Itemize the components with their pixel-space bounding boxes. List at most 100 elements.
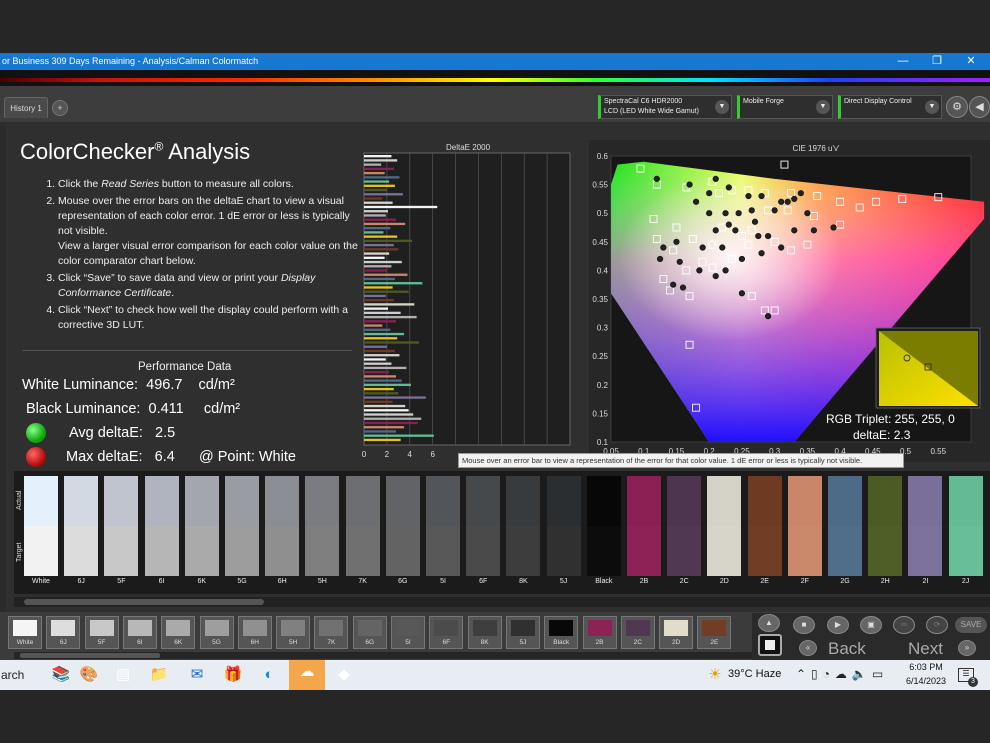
back-arrow-icon[interactable]: ◀ [969, 96, 990, 118]
color-strip-button[interactable]: 6G [352, 616, 387, 649]
color-swatch[interactable] [707, 476, 742, 576]
stop-button[interactable] [758, 634, 782, 656]
loop-icon[interactable]: ∞ [893, 616, 915, 634]
max-deltae: Max deltaE: 6.4 @ Point: White [66, 449, 296, 465]
color-swatch[interactable] [24, 476, 58, 576]
color-strip-button[interactable]: 5J [505, 616, 540, 649]
minimize-button[interactable]: — [886, 53, 920, 70]
add-tab-button[interactable]: + [52, 100, 68, 116]
mail-icon[interactable]: ✉ [184, 663, 210, 687]
color-swatch[interactable] [104, 476, 139, 576]
save-button[interactable]: SAVE [955, 617, 987, 633]
swatch-label: 6I [158, 578, 165, 585]
edge-browser-icon[interactable]: ◐ [256, 663, 282, 687]
color-strip-button[interactable]: 6I [122, 616, 157, 649]
actual-point [673, 238, 680, 245]
target-color [305, 526, 340, 576]
gift-icon[interactable]: 🎁 [220, 663, 246, 687]
color-swatch[interactable] [305, 476, 340, 576]
color-strip-button[interactable]: 2B [582, 616, 617, 649]
horizontal-scrollbar[interactable] [14, 597, 990, 607]
meter-mode: LCD (LED White Wide Gamut) [604, 108, 699, 115]
color-strip-button[interactable]: 5I [391, 616, 425, 649]
color-strip-button[interactable]: 5G [199, 616, 234, 649]
display-control-selector[interactable]: Direct Display Control ▼ [838, 95, 942, 119]
color-swatch[interactable] [627, 476, 661, 576]
play-icon[interactable]: ▶ [827, 616, 849, 634]
color-swatch[interactable] [345, 476, 380, 576]
deltae-chart[interactable]: DeltaE 2000 0 2 4 6 [362, 140, 574, 462]
close-button[interactable]: ✕ [954, 53, 988, 70]
color-strip-button[interactable]: 5F [84, 616, 119, 649]
tab-history-1[interactable]: History 1 [4, 97, 48, 118]
color-swatch[interactable] [144, 476, 179, 576]
target-color [868, 526, 903, 576]
color-strip-button[interactable]: 2D [659, 616, 694, 649]
up-arrow-icon[interactable]: ▲ [758, 614, 780, 632]
color-swatch[interactable] [586, 476, 621, 576]
back-button[interactable]: Back [828, 639, 866, 659]
strip-scroll-thumb[interactable] [20, 653, 160, 658]
calman-icon[interactable]: ☁ [289, 660, 325, 690]
app-icon-folders[interactable]: 📚 [48, 663, 74, 687]
color-swatch[interactable] [385, 476, 420, 576]
next-button[interactable]: Next [908, 639, 943, 659]
color-chip [166, 620, 191, 636]
refresh-icon[interactable]: ⟳ [926, 616, 948, 634]
color-strip-button[interactable]: 6H [237, 616, 272, 649]
deltae-bar [364, 375, 397, 378]
color-swatch[interactable] [787, 476, 822, 576]
color-swatch[interactable] [667, 476, 702, 576]
actual-point [755, 232, 762, 240]
color-strip-button[interactable]: 2E [697, 616, 732, 649]
color-strip-button[interactable]: 8K [467, 616, 502, 649]
meter-selector[interactable]: SpectraCal C6 HDR2000 LCD (LED White Wid… [598, 95, 732, 119]
color-strip-button[interactable]: 7K [314, 616, 349, 649]
color-swatch[interactable] [184, 476, 219, 576]
save-disk-icon[interactable]: ▣ [860, 616, 882, 634]
color-strip-button[interactable]: Black [544, 616, 579, 649]
color-swatch[interactable] [747, 476, 782, 576]
clock-date[interactable]: 6/14/2023 [902, 676, 950, 686]
color-swatch[interactable] [908, 476, 943, 576]
color-strip-button[interactable]: 6K [161, 616, 196, 649]
deltae-bar [364, 387, 394, 391]
color-swatch[interactable] [506, 476, 541, 576]
weather-text[interactable]: 39°C Haze [728, 668, 781, 680]
restore-button[interactable]: ❐ [920, 53, 954, 70]
target-color [144, 526, 179, 576]
target-color [506, 526, 541, 576]
color-swatch[interactable] [546, 476, 581, 576]
actual-color [225, 476, 259, 526]
actual-point [676, 258, 683, 265]
colormatch-icon[interactable]: ◆ [331, 663, 357, 687]
color-swatch[interactable] [225, 476, 259, 576]
color-swatch[interactable] [64, 476, 99, 576]
color-strip-button[interactable]: 6F [429, 616, 464, 649]
actual-point [758, 250, 765, 257]
color-strip-button[interactable]: 6J [46, 616, 81, 649]
color-swatch[interactable] [948, 476, 983, 576]
target-color [426, 526, 460, 576]
color-strip-button[interactable]: 2C [620, 616, 655, 649]
gear-icon[interactable]: ⚙ [946, 96, 968, 118]
color-strip-button[interactable]: 5H [276, 616, 311, 649]
scrollbar-thumb[interactable] [24, 599, 264, 605]
color-swatch[interactable] [466, 476, 501, 576]
deltae-bar [364, 171, 385, 175]
strip-scrollbar[interactable] [14, 652, 752, 659]
file-explorer-icon[interactable]: 📁 [146, 663, 172, 687]
color-swatch[interactable] [868, 476, 903, 576]
clock-time[interactable]: 6:03 PM [904, 662, 948, 672]
color-strip-label: 6F [442, 639, 451, 646]
app-icon-paint[interactable]: 🎨 [76, 663, 102, 687]
task-view-icon[interactable]: ▤ [110, 663, 136, 687]
record-icon[interactable]: ■ [793, 616, 815, 634]
taskbar-search[interactable]: arch [0, 660, 44, 690]
color-swatch[interactable] [426, 476, 460, 576]
pattern-source-selector[interactable]: Mobile Forge ▼ [737, 95, 833, 119]
color-swatch[interactable] [265, 476, 300, 576]
color-swatch[interactable] [828, 476, 862, 576]
system-tray-icons[interactable]: ⌃▯◔☁🔈▭ [796, 667, 888, 681]
color-strip-button[interactable]: White [8, 616, 42, 649]
